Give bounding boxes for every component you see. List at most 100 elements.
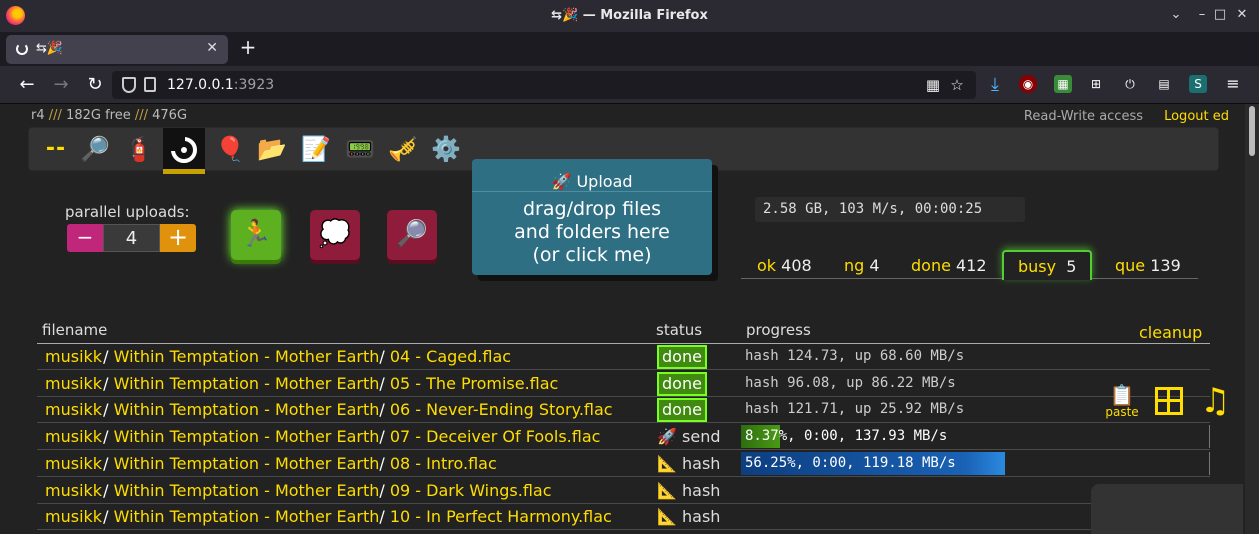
- grid-view-icon[interactable]: [1155, 387, 1183, 415]
- dir-link[interactable]: Within Temptation - Mother Earth: [114, 400, 380, 419]
- filename-cell: musikk / Within Temptation - Mother Eart…: [45, 454, 497, 473]
- path-separator: /: [379, 480, 390, 500]
- dir-link[interactable]: musikk: [45, 374, 102, 393]
- extinguisher-icon[interactable]: 🧯: [118, 128, 160, 170]
- shield-icon[interactable]: [122, 77, 136, 93]
- decrease-uploads-button[interactable]: −: [67, 224, 103, 252]
- grid-icon[interactable]: ▦: [924, 76, 942, 94]
- filename-cell: musikk / Within Temptation - Mother Eart…: [45, 400, 613, 419]
- balloon-icon[interactable]: 🎈: [209, 128, 251, 170]
- new-tab-button[interactable]: +: [238, 36, 258, 58]
- dir-link[interactable]: musikk: [45, 481, 102, 500]
- filename-cell: musikk / Within Temptation - Mother Eart…: [45, 427, 600, 446]
- reader-icon[interactable]: ▤: [1155, 75, 1173, 93]
- dir-link[interactable]: Within Temptation - Mother Earth: [114, 427, 380, 446]
- logout-link[interactable]: Logout ed: [1164, 109, 1229, 124]
- tab-que[interactable]: que 139: [1115, 256, 1181, 275]
- upload-speed-summary: 2.58 GB, 103 M/s, 00:00:25: [755, 197, 1025, 222]
- gear-icon[interactable]: ⚙️: [425, 128, 467, 170]
- minimize-button[interactable]: –: [1194, 7, 1210, 23]
- file-link[interactable]: 08 - Intro.flac: [390, 454, 497, 473]
- path-separator: /: [379, 347, 390, 366]
- tab-done[interactable]: done 412: [911, 256, 987, 275]
- forward-button[interactable]: →: [50, 74, 72, 96]
- url-bar[interactable]: 127.0.0.1:3923 ▦ ☆: [112, 71, 976, 99]
- url-text[interactable]: 127.0.0.1:3923: [167, 77, 274, 93]
- status-cell: done: [657, 345, 707, 369]
- dir-link[interactable]: Within Temptation - Mother Earth: [114, 454, 380, 473]
- parallel-uploads-input[interactable]: 4: [103, 224, 160, 252]
- dir-link[interactable]: musikk: [45, 400, 102, 419]
- scrollbar-thumb[interactable]: [1249, 106, 1255, 156]
- table-row: musikk / Within Temptation - Mother Eart…: [37, 344, 1210, 370]
- path-separator: /: [379, 427, 390, 447]
- file-link[interactable]: 10 - In Perfect Harmony.flac: [390, 507, 612, 526]
- bookmark-star-icon[interactable]: ☆: [948, 76, 966, 94]
- progress-cell: 8.37%, 0:00, 137.93 MB/s: [741, 425, 1210, 449]
- ublock-icon[interactable]: ◉: [1019, 75, 1037, 93]
- reload-button[interactable]: ↻: [84, 74, 106, 96]
- back-button[interactable]: ←: [16, 74, 38, 96]
- trumpet-icon[interactable]: 🎺: [382, 128, 424, 170]
- thoughts-button[interactable]: 💭: [310, 210, 360, 260]
- dir-link[interactable]: musikk: [45, 507, 102, 526]
- dir-link[interactable]: Within Temptation - Mother Earth: [114, 347, 380, 366]
- column-progress: progress: [746, 321, 811, 339]
- page-info-icon[interactable]: [144, 77, 156, 92]
- file-link[interactable]: 09 - Dark Wings.flac: [390, 481, 552, 500]
- chevron-down-icon[interactable]: ⌄: [1168, 7, 1184, 23]
- tab-strip: ⇆🎉 ✕: [0, 32, 1259, 66]
- extension-grid-icon[interactable]: ⊞: [1087, 75, 1105, 93]
- dir-link[interactable]: Within Temptation - Mother Earth: [114, 507, 380, 526]
- extension-green-icon[interactable]: ▦: [1054, 75, 1072, 93]
- turbo-button[interactable]: 🏃: [231, 210, 281, 260]
- ops-collapse-button[interactable]: --: [35, 128, 77, 170]
- browser-tab[interactable]: ⇆🎉 ✕: [6, 35, 228, 64]
- path-separator: /: [103, 507, 114, 527]
- tab-ok[interactable]: ok 408: [757, 256, 812, 275]
- close-window-button[interactable]: ✕: [1234, 7, 1250, 23]
- dir-link[interactable]: musikk: [45, 347, 102, 366]
- memo-icon[interactable]: 📝: [295, 128, 337, 170]
- table-row: musikk / Within Temptation - Mother Eart…: [37, 451, 1210, 477]
- dir-link[interactable]: musikk: [45, 427, 102, 446]
- progress-text: hash 96.08, up 86.22 MB/s: [745, 374, 956, 391]
- storage-info: r4 /// 182G free /// 476G: [31, 108, 188, 123]
- file-link[interactable]: 07 - Deceiver Of Fools.flac: [390, 427, 601, 446]
- file-link[interactable]: 06 - Never-Ending Story.flac: [390, 400, 613, 419]
- music-note-icon[interactable]: ♫: [1200, 381, 1230, 421]
- maximize-button[interactable]: □: [1212, 7, 1228, 23]
- cleanup-link[interactable]: cleanup: [1139, 323, 1202, 342]
- filename-cell: musikk / Within Temptation - Mother Eart…: [45, 481, 552, 500]
- power-icon[interactable]: ⏻: [1121, 75, 1139, 93]
- close-tab-icon[interactable]: ✕: [206, 40, 218, 56]
- file-link[interactable]: 05 - The Promise.flac: [390, 374, 559, 393]
- dir-link[interactable]: Within Temptation - Mother Earth: [114, 481, 380, 500]
- table-row: musikk / Within Temptation - Mother Eart…: [37, 424, 1210, 451]
- path-separator: /: [103, 347, 114, 366]
- stylus-icon[interactable]: S: [1189, 75, 1207, 93]
- upload-dropzone[interactable]: 🚀 Upload drag/drop files and folders her…: [472, 159, 712, 275]
- increase-uploads-button[interactable]: +: [160, 224, 196, 252]
- status-cell: 📐 hash: [657, 480, 721, 500]
- table-row: musikk / Within Temptation - Mother Eart…: [37, 478, 1210, 504]
- keyboard-icon[interactable]: 📟: [339, 128, 381, 170]
- download-icon[interactable]: ⤓: [984, 74, 1006, 96]
- page-scrollbar[interactable]: [1245, 104, 1259, 534]
- tab-busy[interactable]: busy 5: [1002, 250, 1093, 280]
- path-separator: /: [379, 507, 390, 527]
- menu-icon[interactable]: ≡: [1224, 75, 1242, 93]
- tab-ng[interactable]: ng 4: [844, 256, 880, 275]
- progress-text: 56.25%, 0:00, 119.18 MB/s: [745, 454, 956, 471]
- dir-link[interactable]: musikk: [45, 454, 102, 473]
- dir-link[interactable]: Within Temptation - Mother Earth: [114, 374, 380, 393]
- progress-text: 8.37%, 0:00, 137.93 MB/s: [745, 428, 948, 445]
- folder-icon[interactable]: 📂: [251, 128, 293, 170]
- search-icon[interactable]: 🔎: [74, 128, 116, 170]
- file-link[interactable]: 04 - Caged.flac: [390, 347, 511, 366]
- status-cell: 📐 hash: [657, 507, 721, 527]
- paste-button[interactable]: 📋 paste: [1099, 385, 1145, 419]
- upload-icon[interactable]: [163, 128, 205, 174]
- search-duplicates-button[interactable]: 🔎: [387, 210, 437, 260]
- parallel-uploads-label: parallel uploads:: [65, 203, 190, 221]
